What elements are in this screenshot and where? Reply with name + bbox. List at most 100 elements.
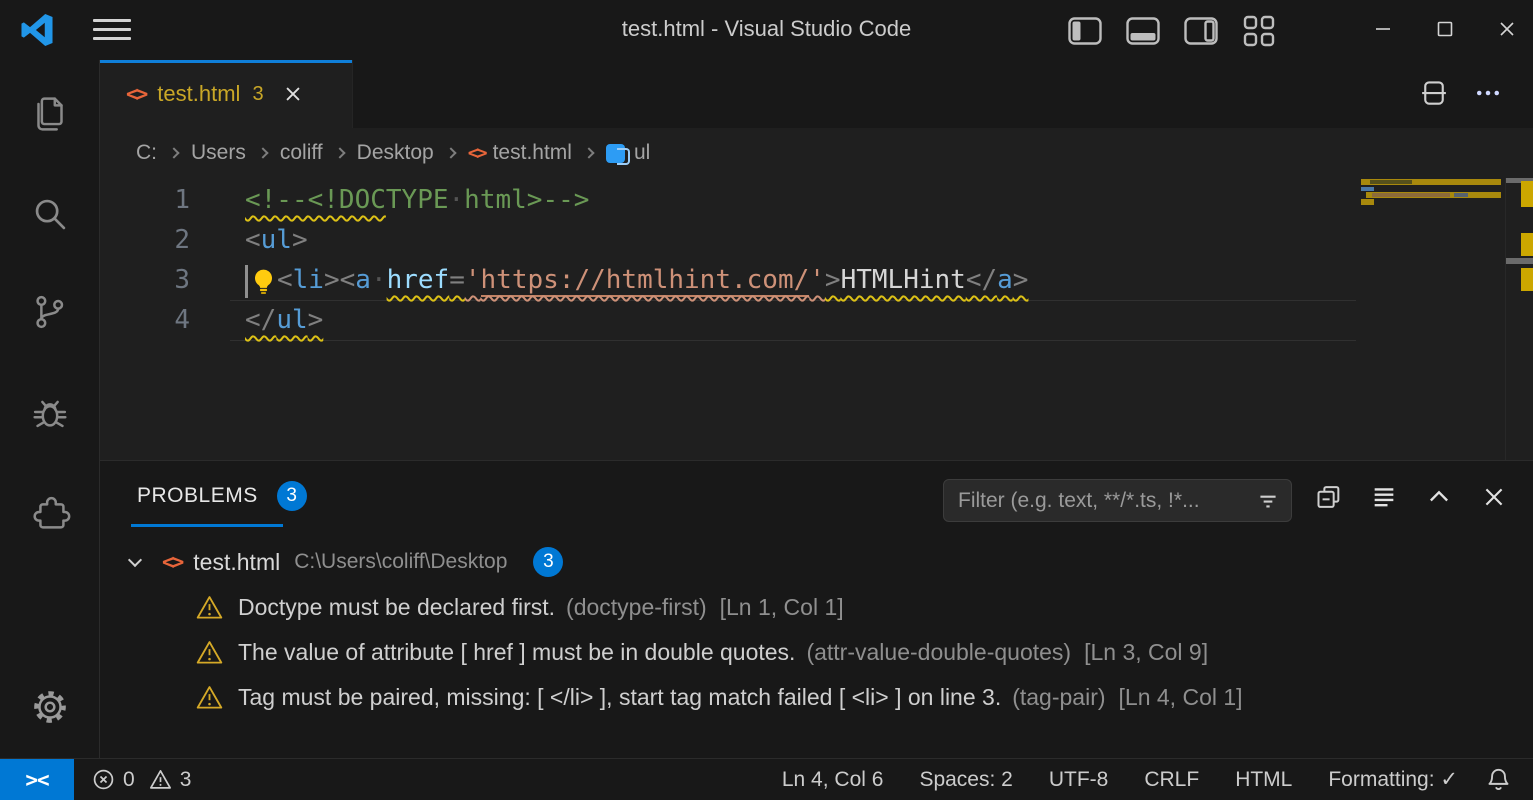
warning-icon xyxy=(196,639,223,666)
breadcrumb-item[interactable]: Desktop xyxy=(357,141,434,165)
minimap[interactable] xyxy=(1358,178,1505,460)
more-actions-icon[interactable] xyxy=(1473,78,1503,108)
code-token: href xyxy=(387,265,450,295)
close-window-icon[interactable] xyxy=(1489,12,1525,46)
breadcrumb-item[interactable]: ul xyxy=(606,141,650,165)
problems-count-badge: 3 xyxy=(277,481,307,511)
status-item[interactable]: Formatting: ✓ xyxy=(1328,767,1458,792)
chevron-right-icon xyxy=(334,147,345,158)
close-panel-icon[interactable] xyxy=(1480,483,1508,511)
problems-tab-label: PROBLEMS xyxy=(137,484,258,508)
code-token: html>--> xyxy=(464,185,589,215)
notifications-bell-icon[interactable] xyxy=(1486,767,1511,792)
menu-icon[interactable] xyxy=(93,19,131,41)
source-control-icon[interactable] xyxy=(26,288,74,336)
remote-indicator[interactable]: >< xyxy=(0,759,74,800)
text-cursor xyxy=(245,265,248,298)
window-controls xyxy=(1365,12,1525,46)
minimap-line xyxy=(1361,199,1374,205)
problem-row[interactable]: Tag must be paired, missing: [ </li> ], … xyxy=(100,675,1533,720)
code-token: </ xyxy=(245,305,276,335)
chevron-right-icon xyxy=(445,147,456,158)
warning-icon xyxy=(196,594,223,621)
breadcrumb-label: coliff xyxy=(280,141,323,165)
ruler-cursor-marker xyxy=(1506,258,1533,264)
problem-rule: (attr-value-double-quotes) xyxy=(806,639,1071,666)
code-token: ' xyxy=(809,265,825,295)
problem-row[interactable]: Doctype must be declared first.(doctype-… xyxy=(100,585,1533,630)
breadcrumb-item[interactable]: Users xyxy=(191,141,246,165)
maximize-panel-icon[interactable] xyxy=(1425,483,1453,511)
lightbulb-icon[interactable] xyxy=(250,268,277,295)
minimize-icon[interactable] xyxy=(1365,12,1401,46)
breadcrumb-label: Users xyxy=(191,141,246,165)
filter-icon[interactable] xyxy=(1255,488,1281,514)
code-token: a xyxy=(355,265,371,295)
maximize-icon[interactable] xyxy=(1427,12,1463,46)
line-number: 4 xyxy=(100,300,190,340)
breadcrumb-item[interactable]: <>test.html xyxy=(468,141,572,165)
tab-strip: <> test.html 3 xyxy=(100,60,1533,128)
status-item[interactable]: CRLF xyxy=(1144,768,1199,792)
problem-location: [Ln 3, Col 9] xyxy=(1084,639,1208,666)
status-item[interactable]: Spaces: 2 xyxy=(919,768,1012,792)
code-token: li xyxy=(293,265,324,295)
code-line[interactable]: 1<!--<!DOCTYPE·html>--> xyxy=(100,180,1358,220)
code-token: </ xyxy=(966,265,997,295)
split-editor-icon[interactable] xyxy=(1419,77,1449,109)
problems-filter xyxy=(943,479,1292,522)
code-line[interactable]: 4</ul> xyxy=(100,300,1358,340)
tab-label: test.html xyxy=(157,81,240,107)
settings-gear-icon[interactable] xyxy=(26,683,74,731)
code-token: > xyxy=(292,225,308,255)
status-bar: >< 0 3 Ln 4, Col 6 Spaces: 2 UTF-8 CRLF HTML… xyxy=(0,758,1533,800)
code-line[interactable]: 2<ul> xyxy=(100,220,1358,260)
explorer-icon[interactable] xyxy=(26,90,74,138)
search-icon[interactable] xyxy=(26,190,74,238)
chevron-right-icon xyxy=(583,147,594,158)
problem-message: Doctype must be declared first. xyxy=(238,594,555,621)
code-token: ' xyxy=(465,265,481,295)
code-editor[interactable]: 1<!--<!DOCTYPE·html>-->2<ul>3<li><a·href… xyxy=(100,178,1533,460)
vscode-logo-icon[interactable] xyxy=(18,11,56,49)
status-problems[interactable]: 0 3 xyxy=(92,768,191,792)
status-item[interactable]: HTML xyxy=(1235,768,1292,792)
editor-actions xyxy=(1419,77,1503,109)
code-token: >< xyxy=(324,265,355,295)
breadcrumb-item[interactable]: C: xyxy=(136,141,157,165)
problems-file-row[interactable]: <> test.html C:\Users\coliff\Desktop 3 xyxy=(100,539,1533,585)
minimap-text xyxy=(1361,187,1374,191)
breadcrumb-item[interactable]: coliff xyxy=(280,141,323,165)
problem-row[interactable]: The value of attribute [ href ] must be … xyxy=(100,630,1533,675)
code-token: < xyxy=(245,225,261,255)
code-token: · xyxy=(371,265,387,295)
ruler-warning-marker xyxy=(1521,181,1533,207)
overview-ruler xyxy=(1505,178,1533,460)
tab-problems[interactable]: PROBLEMS 3 xyxy=(137,481,307,511)
status-item[interactable]: UTF-8 xyxy=(1049,768,1109,792)
toggle-panel-icon[interactable] xyxy=(1125,14,1161,48)
problem-message: The value of attribute [ href ] must be … xyxy=(238,639,795,666)
code-token: = xyxy=(449,265,465,295)
customize-layout-icon[interactable] xyxy=(1241,14,1277,48)
toggle-sidebar-icon[interactable] xyxy=(1067,14,1103,48)
filter-input[interactable] xyxy=(958,489,1255,513)
tab-problem-count: 3 xyxy=(252,83,263,106)
activity-bar xyxy=(0,60,100,758)
active-panel-tab-indicator xyxy=(131,524,283,527)
code-token: TYPE xyxy=(386,185,449,215)
code-line[interactable]: 3<li><a·href='https://htmlhint.com/'>HTM… xyxy=(100,260,1358,300)
line-content: <!--<!DOCTYPE·html>--> xyxy=(245,185,589,215)
tab-test-html[interactable]: <> test.html 3 xyxy=(100,60,353,128)
error-count: 0 xyxy=(123,768,135,792)
collapse-all-icon[interactable] xyxy=(1315,483,1343,511)
toggle-secondary-sidebar-icon[interactable] xyxy=(1183,14,1219,48)
status-item[interactable]: Ln 4, Col 6 xyxy=(782,768,884,792)
run-debug-icon[interactable] xyxy=(26,388,74,436)
error-icon xyxy=(92,768,115,791)
extensions-icon[interactable] xyxy=(26,488,74,536)
minimap-text xyxy=(1454,193,1468,197)
tab-close-icon[interactable] xyxy=(282,83,304,105)
view-as-table-icon[interactable] xyxy=(1370,483,1398,511)
line-number: 3 xyxy=(100,260,190,300)
